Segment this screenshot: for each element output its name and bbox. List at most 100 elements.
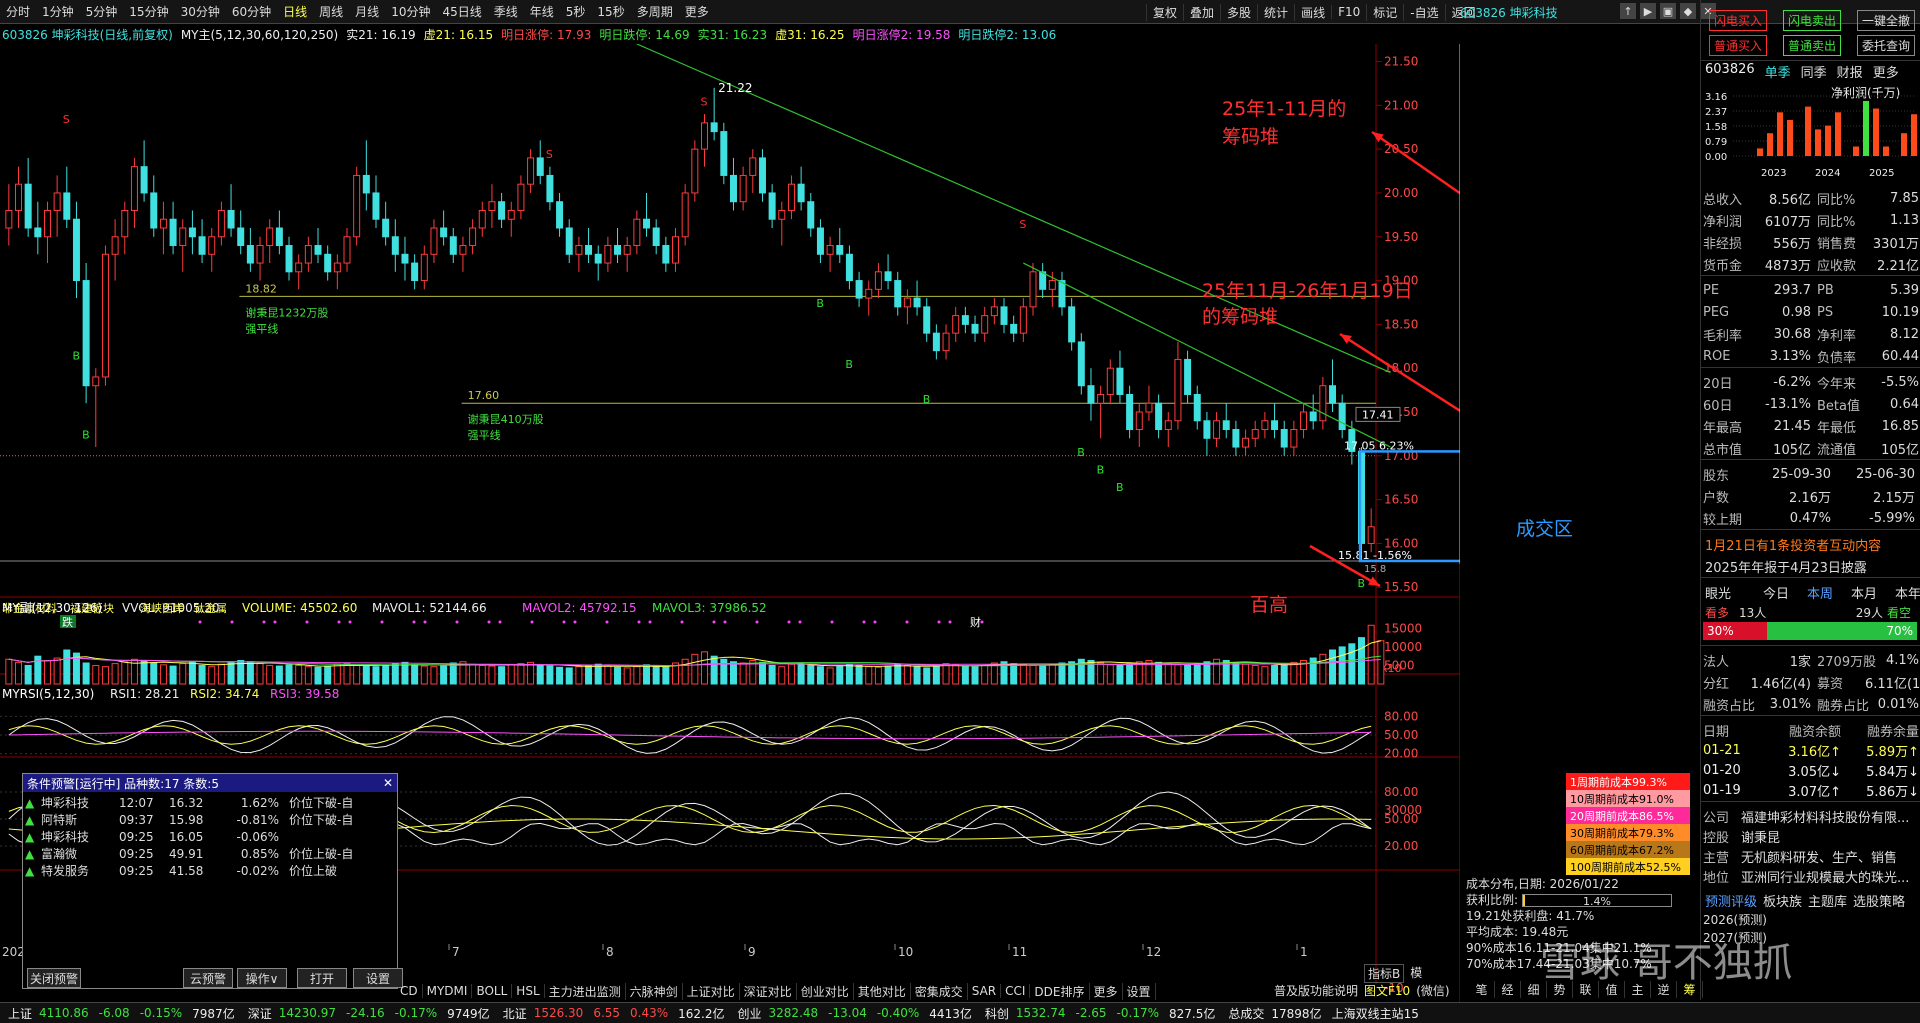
- candle-body: [691, 148, 699, 194]
- tab-period[interactable]: 月线: [349, 3, 385, 20]
- tab-period[interactable]: 1分钟: [36, 3, 80, 20]
- volume-bar: [874, 666, 882, 685]
- window-icon[interactable]: ↑: [1620, 3, 1636, 19]
- tab-period[interactable]: 分时: [0, 3, 36, 20]
- info-tab[interactable]: 板块族: [1763, 891, 1802, 910]
- tab-period[interactable]: 10分钟: [385, 3, 436, 20]
- opinion-tab[interactable]: 本月: [1851, 583, 1877, 602]
- stock-icon: ▲: [25, 812, 35, 827]
- tool-button[interactable]: 统计: [1257, 3, 1294, 21]
- tool-button[interactable]: 标记: [1366, 3, 1403, 21]
- indicator-tab[interactable]: 创业对比: [797, 982, 854, 1000]
- indicator-tab[interactable]: MYDMI: [423, 984, 473, 998]
- alert-row[interactable]: ▲ 特发服务 09:25 41.58 -0.02% 价位上破: [23, 862, 397, 879]
- trade-button[interactable]: 普通卖出: [1783, 35, 1841, 56]
- divider: [1701, 645, 1920, 646]
- trade-button[interactable]: 普通买入: [1709, 35, 1767, 56]
- trade-button[interactable]: 闪电卖出: [1783, 10, 1841, 31]
- tab-mode[interactable]: 模: [1410, 964, 1422, 983]
- tool-button[interactable]: -自选: [1403, 3, 1444, 21]
- chip-side-tab[interactable]: 笔: [1469, 981, 1495, 998]
- tab-period[interactable]: 45日线: [436, 3, 487, 20]
- indicator-tab[interactable]: 六脉神剑: [626, 982, 683, 1000]
- tab-period[interactable]: 15分钟: [123, 3, 174, 20]
- alert-row[interactable]: ▲ 富瀚微 09:25 49.91 0.85% 价位上破-自: [23, 845, 397, 862]
- indicator-tab[interactable]: DDE排序: [1030, 982, 1090, 1000]
- window-icon[interactable]: ▶: [1640, 3, 1656, 19]
- indicator-tab[interactable]: CCI: [1001, 984, 1031, 998]
- tool-button[interactable]: 画线: [1294, 3, 1331, 21]
- opinion-tab[interactable]: 本周: [1807, 583, 1833, 602]
- condition-alert-window[interactable]: 条件预警[运行中] 品种数:17 条数:5 ✕ ▲ 坤彩科技 12:07 16.32 1.…: [22, 773, 403, 989]
- indicator-tab[interactable]: SAR: [968, 984, 1002, 998]
- info-tab[interactable]: 预测评级: [1705, 891, 1757, 910]
- tab-period[interactable]: 多周期: [631, 3, 679, 20]
- alert-row[interactable]: ▲ 坤彩科技 09:25 16.05 -0.06%: [23, 828, 397, 845]
- finance-tab[interactable]: 同季: [1801, 62, 1827, 81]
- tool-button[interactable]: 多股: [1220, 3, 1257, 21]
- volume-bar: [1367, 624, 1375, 685]
- info-tab[interactable]: 选股策略: [1853, 891, 1905, 910]
- indicator-tab[interactable]: BOLL: [472, 984, 513, 998]
- opinion-tab[interactable]: 今日: [1763, 583, 1789, 602]
- tab-period[interactable]: 日线: [277, 3, 313, 20]
- tab-period[interactable]: 15秒: [591, 3, 630, 20]
- candle-body: [594, 253, 602, 264]
- tab-indicator-b[interactable]: 指标B: [1364, 964, 1405, 983]
- window-icon[interactable]: ◆: [1680, 3, 1696, 19]
- trade-button[interactable]: 一键全撤: [1857, 10, 1915, 31]
- tool-button[interactable]: 复权: [1146, 3, 1183, 21]
- margin-column-header: 融资余额: [1788, 724, 1841, 740]
- candle-body: [575, 245, 583, 255]
- event-dot: [230, 620, 234, 624]
- opinion-tab[interactable]: 本年: [1895, 583, 1920, 602]
- index-item: -2.65: [1075, 1006, 1107, 1020]
- tab-period[interactable]: 30分钟: [175, 3, 226, 20]
- indicator-tab[interactable]: 其他对比: [854, 982, 911, 1000]
- chip-side-tab[interactable]: 经: [1495, 981, 1521, 998]
- tab-period[interactable]: 60分钟: [226, 3, 277, 20]
- alert-button[interactable]: 云预警: [183, 968, 233, 988]
- indicator-tab[interactable]: 更多: [1090, 982, 1123, 1000]
- indicator-tab[interactable]: HSL: [512, 984, 545, 998]
- trade-button[interactable]: 委托查询: [1857, 35, 1915, 56]
- tool-button[interactable]: 叠加: [1183, 3, 1220, 21]
- alert-button[interactable]: 操作∨: [237, 968, 287, 988]
- quote-label: 总市值: [1703, 442, 1743, 458]
- news-item[interactable]: 1月21日有1条投资者互动内容: [1701, 532, 1920, 556]
- tab-period[interactable]: 更多: [679, 3, 715, 20]
- price-tick-label: 15.50: [1384, 580, 1418, 594]
- wechat-link[interactable]: (微信): [1416, 982, 1449, 999]
- tool-button[interactable]: F10: [1331, 5, 1366, 19]
- close-icon[interactable]: ✕: [379, 776, 397, 790]
- indicator-tab[interactable]: 主力进出监测: [545, 982, 626, 1000]
- alert-titlebar[interactable]: 条件预警[运行中] 品种数:17 条数:5 ✕: [23, 774, 397, 792]
- info-tab[interactable]: 主题库: [1808, 891, 1847, 910]
- alert-row[interactable]: ▲ 阿特斯 09:37 15.98 -0.81% 价位下破-自: [23, 811, 397, 828]
- indicator-tab[interactable]: 设置: [1123, 982, 1156, 1000]
- f10-link[interactable]: 图文F10: [1364, 982, 1410, 999]
- alert-button[interactable]: 打开: [297, 968, 347, 988]
- ma-label[interactable]: MY主(5,12,30,60,120,250): [181, 26, 338, 43]
- finance-tab[interactable]: 财报: [1837, 62, 1863, 81]
- help-link[interactable]: 普及版功能说明: [1274, 982, 1358, 999]
- indicator-tab[interactable]: CD: [396, 984, 423, 998]
- indicator-tab[interactable]: 密集成交: [911, 982, 968, 1000]
- indicator-tab[interactable]: 上证对比: [683, 982, 740, 1000]
- alert-row[interactable]: ▲ 坤彩科技 12:07 16.32 1.62% 价位下破-自: [23, 794, 397, 811]
- tab-period[interactable]: 周线: [313, 3, 349, 20]
- window-icon[interactable]: ▣: [1660, 3, 1676, 19]
- profit-bar-fill: [1523, 894, 1526, 906]
- tab-period[interactable]: 5分钟: [80, 3, 124, 20]
- tab-period[interactable]: 5秒: [560, 3, 592, 20]
- tab-period[interactable]: 季线: [488, 3, 524, 20]
- finance-tab[interactable]: 更多: [1873, 62, 1899, 81]
- candle-body: [478, 209, 486, 229]
- news-item[interactable]: 2025年年报于4月23日披露: [1701, 554, 1920, 578]
- alert-button[interactable]: 关闭预警: [27, 968, 81, 988]
- cost-legend-item: 30周期前成本79.3%: [1566, 824, 1690, 841]
- finance-tab[interactable]: 单季: [1765, 62, 1791, 81]
- indicator-tab[interactable]: 深证对比: [740, 982, 797, 1000]
- tab-period[interactable]: 年线: [524, 3, 560, 20]
- trade-button[interactable]: 闪电买入: [1709, 10, 1767, 31]
